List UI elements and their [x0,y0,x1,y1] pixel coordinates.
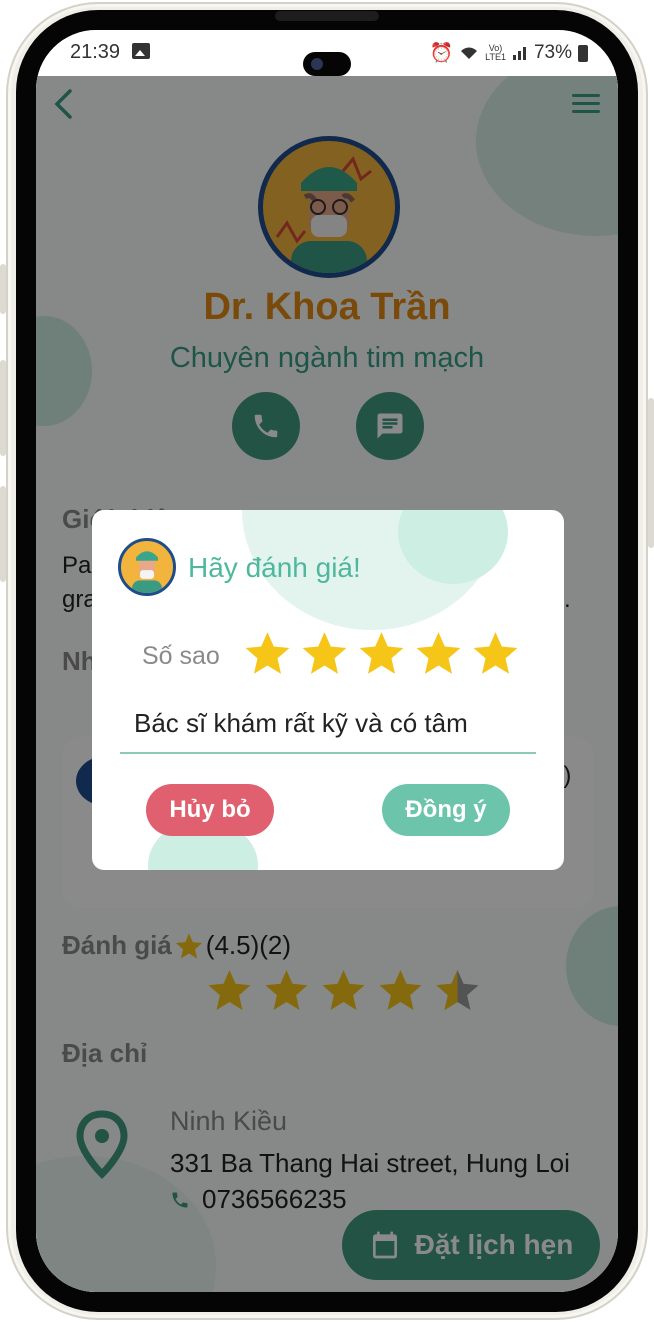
star-icon[interactable] [356,628,407,678]
alarm-icon: ⏰ [429,43,454,64]
confirm-button[interactable]: Đồng ý [382,784,510,836]
star-icon[interactable] [413,628,464,678]
doctor-illustration-icon [132,551,162,593]
wifi-icon [461,47,478,59]
battery-percent: 73% [533,42,572,63]
signal-icon [512,47,526,60]
status-icons: ⏰ Vo) LTE1 73% [429,41,588,65]
dialog-title: Hãy đánh giá! [188,552,361,583]
side-button [0,486,6,582]
dialog-doctor-avatar [118,538,176,596]
cancel-button[interactable]: Hủy bỏ [146,784,274,836]
gallery-notification-icon [132,43,150,59]
screen: 21:39 ⏰ Vo) LTE1 73% Dr. Khoa Trần Chuyê… [36,30,618,1292]
battery-icon [578,44,588,62]
comment-input[interactable] [120,694,536,754]
side-button [0,264,6,314]
status-bar: 21:39 ⏰ Vo) LTE1 73% [36,30,618,76]
front-camera [303,52,351,76]
side-button [648,398,654,548]
rating-dialog: Hãy đánh giá! Số sao Hủy bỏ Đồng ý [92,510,564,870]
side-button [0,360,6,456]
network-type: Vo) LTE1 [485,43,506,62]
star-icon[interactable] [242,628,293,678]
star-icon[interactable] [299,628,350,678]
star-icon[interactable] [470,628,521,678]
earpiece-speaker [275,11,379,21]
stars-label: Số sao [142,642,220,670]
status-time: 21:39 [70,41,121,63]
star-rating-input[interactable] [242,628,521,678]
